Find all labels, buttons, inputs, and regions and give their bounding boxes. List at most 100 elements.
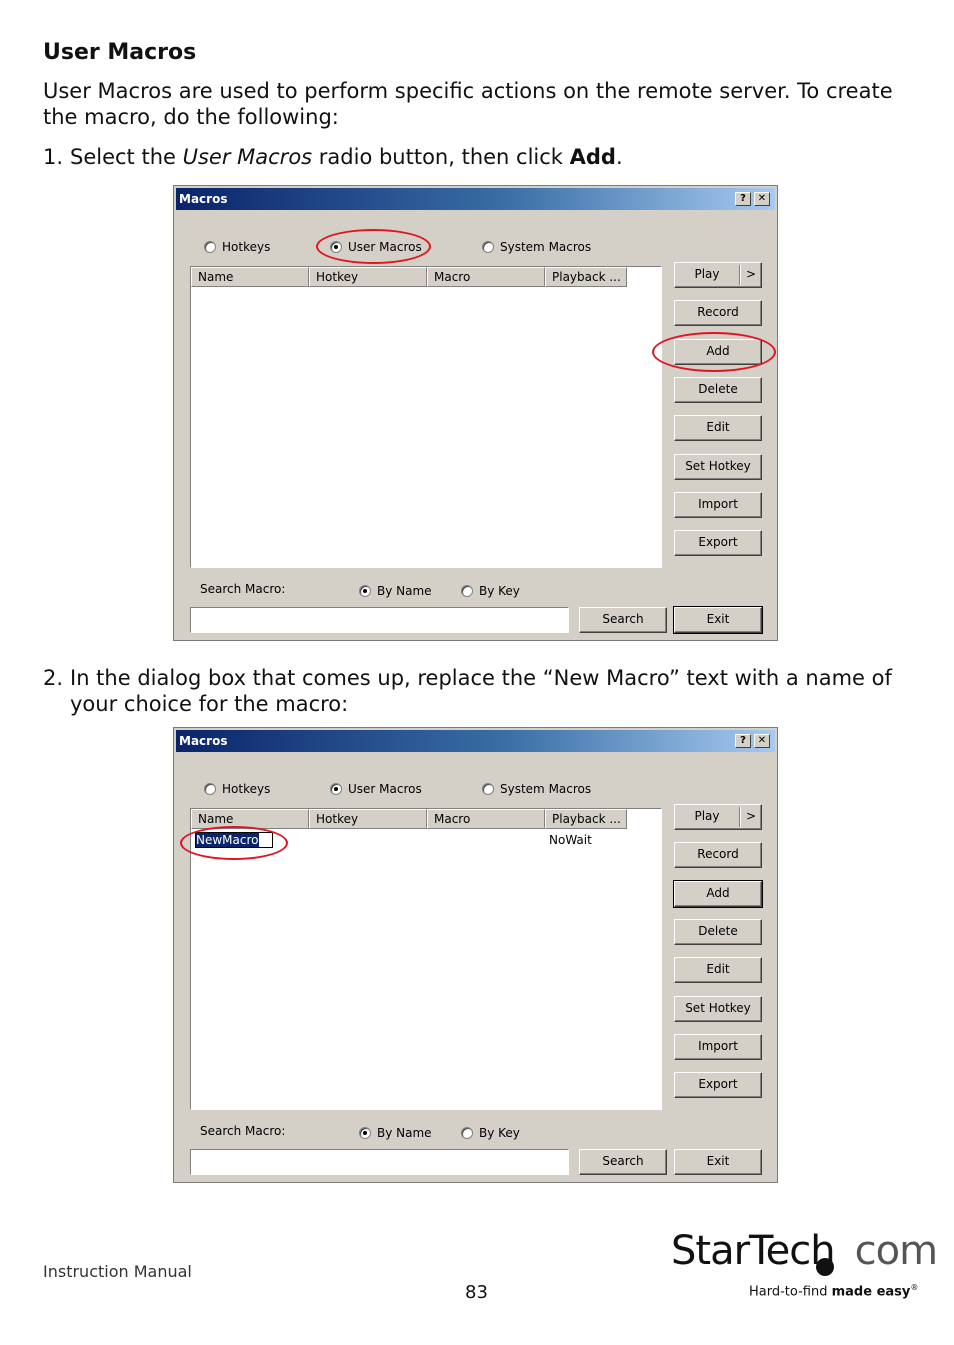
- list-header: Name Hotkey Macro Playback ...: [191, 267, 627, 287]
- exit-button[interactable]: Exit: [673, 606, 763, 634]
- radio-system-macros[interactable]: System Macros: [482, 781, 591, 797]
- column-header-name[interactable]: Name: [191, 809, 309, 829]
- add-button[interactable]: Add: [673, 880, 763, 908]
- footer-document-title: Instruction Manual: [43, 1262, 192, 1281]
- radio-indicator: [461, 1127, 473, 1139]
- record-button[interactable]: Record: [674, 300, 762, 326]
- search-button[interactable]: Search: [579, 607, 667, 633]
- macros-dialog: Macros ? ✕ Hotkeys User Macros System Ma…: [173, 185, 778, 641]
- step-text-emphasis: User Macros: [182, 145, 313, 169]
- delete-button[interactable]: Delete: [674, 919, 762, 945]
- delete-button[interactable]: Delete: [674, 377, 762, 403]
- logo-tagline-text: Hard-to-find: [749, 1284, 832, 1300]
- radio-label: User Macros: [348, 782, 422, 796]
- import-button[interactable]: Import: [674, 492, 762, 518]
- step-1: 1. Select the User Macros radio button, …: [43, 144, 910, 170]
- radio-label: By Name: [377, 1126, 432, 1140]
- radio-indicator: [330, 241, 342, 253]
- set-hotkey-button[interactable]: Set Hotkey: [674, 996, 762, 1022]
- search-button[interactable]: Search: [579, 1149, 667, 1175]
- close-button[interactable]: ✕: [754, 734, 770, 748]
- import-button[interactable]: Import: [674, 1034, 762, 1060]
- export-button[interactable]: Export: [674, 530, 762, 556]
- play-label: Play: [694, 267, 720, 281]
- radio-indicator: [359, 1127, 371, 1139]
- add-button[interactable]: Add: [674, 339, 762, 365]
- radio-label: By Name: [377, 584, 432, 598]
- radio-indicator: [330, 783, 342, 795]
- radio-label: System Macros: [500, 782, 592, 796]
- radio-indicator: [204, 241, 216, 253]
- radio-label: By Key: [479, 1126, 520, 1140]
- column-header-hotkey[interactable]: Hotkey: [309, 267, 427, 287]
- macro-list[interactable]: Name Hotkey Macro Playback ...: [190, 266, 662, 568]
- column-header-name[interactable]: Name: [191, 267, 309, 287]
- column-header-macro[interactable]: Macro: [427, 809, 545, 829]
- set-hotkey-button[interactable]: Set Hotkey: [674, 454, 762, 480]
- play-label: Play: [694, 809, 720, 823]
- logo-wordmark: StarTech com: [671, 1228, 938, 1274]
- radio-label: Hotkeys: [222, 240, 271, 254]
- dialog-title: Macros: [179, 192, 228, 206]
- step-number: 2.: [43, 666, 64, 690]
- intro-paragraph: User Macros are used to perform specific…: [43, 79, 893, 129]
- dialog-titlebar[interactable]: Macros ? ✕: [176, 188, 775, 210]
- column-header-macro[interactable]: Macro: [427, 267, 545, 287]
- search-macro-label: Search Macro:: [200, 582, 286, 596]
- radio-system-macros[interactable]: System Macros: [482, 239, 591, 255]
- radio-label: Hotkeys: [222, 782, 271, 796]
- exit-button[interactable]: Exit: [674, 1149, 762, 1175]
- play-options-arrow[interactable]: >: [741, 805, 761, 828]
- column-header-playback[interactable]: Playback ...: [545, 809, 627, 829]
- macro-list[interactable]: Name Hotkey Macro Playback ... NewMacro …: [190, 808, 662, 1110]
- radio-label: User Macros: [348, 240, 422, 254]
- search-input[interactable]: [190, 1149, 569, 1175]
- radio-by-key[interactable]: By Key: [461, 583, 520, 599]
- play-options-arrow[interactable]: >: [741, 263, 761, 286]
- logo-brand-suffix: com: [854, 1228, 938, 1274]
- logo-tagline-bold: made easy: [831, 1284, 911, 1300]
- step-text-part: .: [615, 145, 623, 169]
- column-header-playback[interactable]: Playback ...: [545, 267, 627, 287]
- section-title: User Macros: [43, 40, 197, 65]
- search-input[interactable]: [190, 607, 569, 633]
- macro-name-edit-field[interactable]: NewMacro: [195, 832, 273, 848]
- logo-brand: StarTech: [671, 1228, 836, 1274]
- close-button[interactable]: ✕: [754, 192, 770, 206]
- radio-by-key[interactable]: By Key: [461, 1125, 520, 1141]
- radio-by-name[interactable]: By Name: [359, 583, 432, 599]
- macro-playback-value: NoWait: [549, 833, 592, 847]
- radio-indicator: [482, 241, 494, 253]
- logo-dot-icon: [816, 1258, 834, 1276]
- macro-name-text: NewMacro: [196, 833, 259, 847]
- radio-indicator: [461, 585, 473, 597]
- play-button[interactable]: Play >: [674, 804, 762, 830]
- play-button[interactable]: Play >: [674, 262, 762, 288]
- help-button[interactable]: ?: [735, 192, 751, 206]
- help-button[interactable]: ?: [735, 734, 751, 748]
- record-button[interactable]: Record: [674, 842, 762, 868]
- list-item[interactable]: NewMacro NoWait: [191, 831, 661, 849]
- dialog-titlebar[interactable]: Macros ? ✕: [176, 730, 775, 752]
- search-macro-label: Search Macro:: [200, 1124, 286, 1138]
- step-text-part: Select the: [70, 145, 183, 169]
- page-number: 83: [465, 1282, 488, 1303]
- edit-button[interactable]: Edit: [674, 415, 762, 441]
- list-header: Name Hotkey Macro Playback ...: [191, 809, 627, 829]
- radio-hotkeys[interactable]: Hotkeys: [204, 239, 270, 255]
- startech-logo: StarTech com Hard-to-find made easy®: [671, 1228, 938, 1299]
- radio-by-name[interactable]: By Name: [359, 1125, 432, 1141]
- radio-user-macros[interactable]: User Macros: [330, 781, 422, 797]
- export-button[interactable]: Export: [674, 1072, 762, 1098]
- logo-tagline: Hard-to-find made easy®: [749, 1283, 918, 1299]
- radio-user-macros[interactable]: User Macros: [330, 239, 422, 255]
- radio-indicator: [359, 585, 371, 597]
- column-header-hotkey[interactable]: Hotkey: [309, 809, 427, 829]
- step-2: 2. In the dialog box that comes up, repl…: [43, 665, 910, 717]
- edit-button[interactable]: Edit: [674, 957, 762, 983]
- radio-label: System Macros: [500, 240, 592, 254]
- step-number: 1.: [43, 145, 64, 169]
- radio-hotkeys[interactable]: Hotkeys: [204, 781, 270, 797]
- radio-label: By Key: [479, 584, 520, 598]
- macros-dialog: Macros ? ✕ Hotkeys User Macros System Ma…: [173, 727, 778, 1183]
